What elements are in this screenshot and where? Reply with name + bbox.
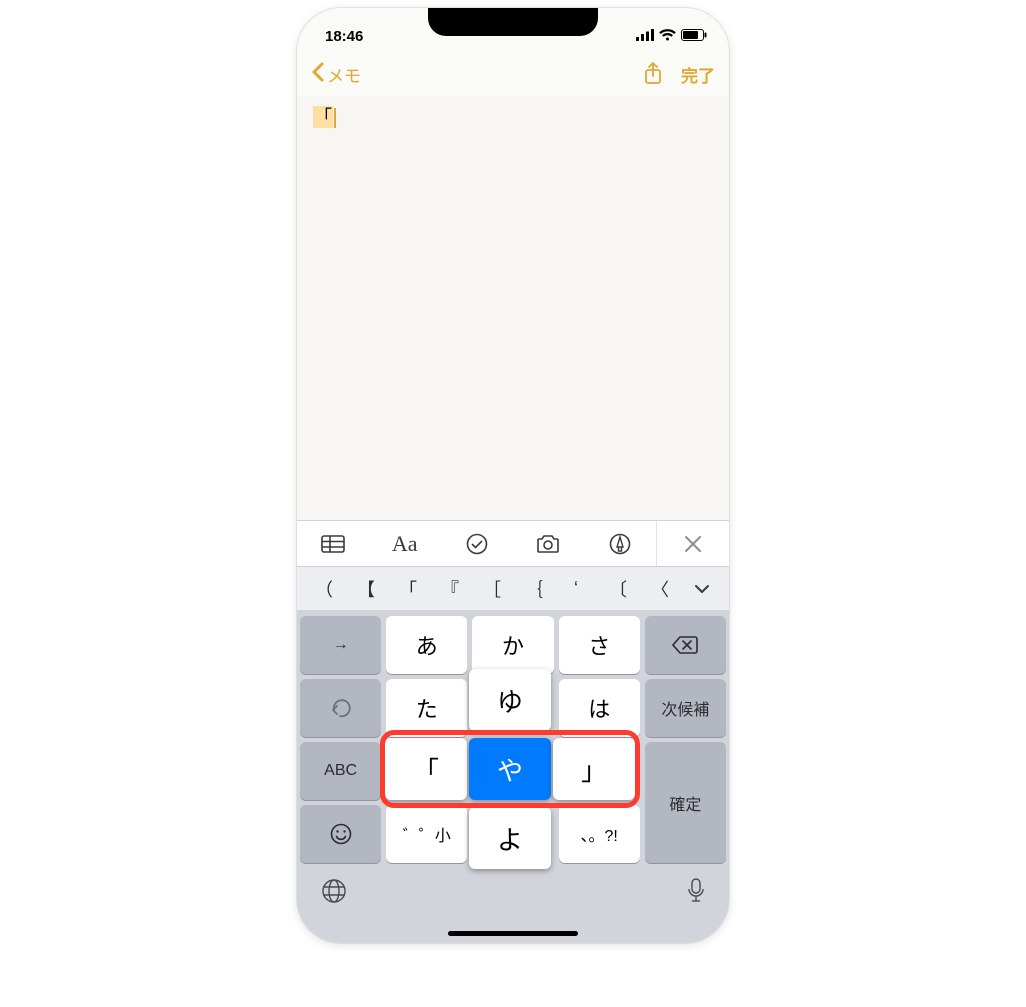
key-ta[interactable]: た [386,679,467,737]
emoji-key[interactable] [300,805,381,863]
candidate-item[interactable]: ｛ [513,576,555,602]
candidate-item[interactable]: ［ [471,576,513,602]
key-punct[interactable]: 、。?! [559,805,640,863]
arrow-key[interactable]: → [300,616,381,674]
candidate-item[interactable]: 〔 [597,576,639,602]
status-time: 18:46 [325,28,363,45]
globe-icon[interactable] [321,878,347,909]
key-a[interactable]: あ [386,616,467,674]
nav-bar: メモ 完了 [297,52,729,96]
candidate-item[interactable]: 『 [429,576,471,602]
close-toolbar-icon[interactable] [656,521,729,566]
camera-icon[interactable] [512,521,584,566]
next-candidate-key[interactable]: 次候補 [645,679,726,737]
flick-left[interactable]: 「 [384,734,468,804]
candidate-item[interactable]: 「 [387,576,429,602]
keyboard: → あ か さ た は 次候補 ABC 確定 ゛゜小 、。?! ゆ [297,610,729,867]
checklist-icon[interactable] [441,521,513,566]
cellular-icon [636,28,654,45]
text-cursor [334,108,336,128]
undo-key[interactable] [300,679,381,737]
flick-right[interactable]: 」 [552,734,636,804]
note-content[interactable]: 「 [297,96,729,520]
key-dakuten[interactable]: ゛゜小 [386,805,467,863]
table-icon[interactable] [297,521,369,566]
flick-up[interactable]: ゆ [468,665,552,735]
share-button[interactable] [643,62,663,86]
home-indicator[interactable] [297,923,729,943]
keyboard-bottom-bar [297,867,729,923]
candidate-item[interactable]: 〈 [639,576,681,602]
back-label: メモ [327,62,361,87]
text-format-icon[interactable]: Aa [369,521,441,566]
candidate-bar: （ 【 「 『 ［ ｛ ‘ 〔 〈 [297,566,729,610]
notch [428,8,598,36]
battery-icon [681,28,707,45]
candidate-item[interactable]: 【 [345,576,387,602]
markup-icon[interactable] [584,521,656,566]
key-ha[interactable]: は [559,679,640,737]
abc-key[interactable]: ABC [300,742,381,800]
back-button[interactable]: メモ [311,62,361,87]
flick-down[interactable]: よ [468,803,552,873]
confirm-key[interactable]: 確定 [645,742,726,863]
wifi-icon [659,28,676,45]
flick-center[interactable]: や [468,734,552,804]
typed-text: 「 [313,106,333,128]
format-toolbar: Aa [297,520,729,566]
key-sa[interactable]: さ [559,616,640,674]
done-button[interactable]: 完了 [681,62,715,87]
phone-frame: 18:46 メモ 完了 「 [297,8,729,943]
chevron-left-icon [311,62,325,87]
candidate-item[interactable]: （ [303,576,345,602]
mic-icon[interactable] [687,878,705,909]
candidate-item[interactable]: ‘ [555,578,597,599]
backspace-key[interactable] [645,616,726,674]
candidates-expand-icon[interactable] [681,584,723,594]
status-right [636,28,707,45]
